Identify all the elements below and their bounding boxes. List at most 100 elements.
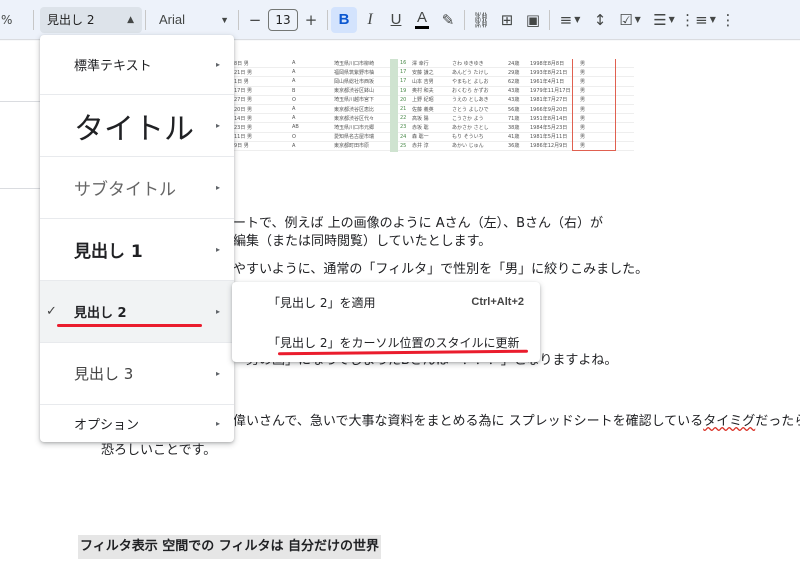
paragraph-style-select[interactable]: 見出し 2 ▲	[40, 6, 142, 33]
body-text: やすいように、通常の「フィルタ」で性別を「男」に絞りこみました。	[233, 262, 649, 277]
sheet-cell: 森 聡一	[412, 134, 429, 141]
style-option-heading-1[interactable]: 見出し 1 ▸	[40, 219, 234, 281]
style-option-label: 標準テキスト	[74, 59, 152, 74]
update-heading-2-item[interactable]: 「見出し 2」をカーソル位置のスタイルに更新	[232, 322, 540, 362]
sheet-cell: 東京都町田市原	[334, 143, 370, 150]
sheet-cell: 11日 男	[234, 134, 252, 141]
sheet-cell: 23日 男	[234, 124, 252, 131]
sheet-cell: 22	[400, 115, 407, 122]
margin-guide	[0, 188, 40, 189]
caret-down-icon: ▼	[668, 15, 675, 24]
style-option-label: 見出し 3	[74, 365, 134, 383]
bulleted-list-icon: ☰	[653, 10, 667, 29]
sheet-cell: さわ ゆきゆき	[452, 60, 484, 67]
numbered-list-select[interactable]: ⋮≡ ▼	[680, 11, 716, 29]
bold-icon: B	[338, 11, 350, 28]
highlight-box	[572, 59, 616, 151]
sheet-cell: 9日 男	[234, 143, 249, 150]
shortcut-label: Ctrl+Alt+2	[471, 296, 524, 308]
align-left-icon: ≡	[559, 10, 573, 29]
font-size-input[interactable]: 13	[268, 8, 298, 31]
style-option-title[interactable]: タイトル ▸	[40, 95, 234, 157]
bold-button[interactable]: B	[331, 6, 357, 33]
sheet-cell: 14日 男	[234, 115, 252, 122]
insert-link-button[interactable]: ⛓	[468, 7, 494, 33]
style-option-normal-text[interactable]: 標準テキスト ▸	[40, 35, 234, 95]
checklist-select[interactable]: ☑ ▼	[613, 11, 647, 29]
sheet-cell: 19	[400, 87, 407, 94]
style-option-heading-2[interactable]: ✓ 見出し 2 ▸	[40, 281, 234, 343]
line-spacing-button[interactable]: ↕	[587, 7, 613, 33]
apply-heading-2-item[interactable]: 「見出し 2」を適用 Ctrl+Alt+2	[232, 282, 540, 322]
sheet-cell: 愛知県名古屋市瑞	[334, 134, 375, 141]
sheet-cell: 東京都渋谷区代々	[334, 115, 375, 122]
sheet-cell: 1981年5月11日	[530, 134, 568, 141]
underline-button[interactable]: U	[383, 7, 409, 33]
toolbar-divider	[33, 9, 34, 30]
sheet-cell: A	[292, 106, 296, 113]
submenu-arrow-icon: ▸	[215, 183, 220, 192]
sheet-cell: さとう よしひで	[452, 106, 489, 113]
add-comment-button[interactable]: ⊞	[494, 7, 520, 33]
sheet-cell: 56歳	[508, 106, 520, 113]
sheet-cell: 23	[400, 124, 407, 131]
style-option-options[interactable]: オプション ▸	[40, 405, 234, 442]
sheet-cell: 1993年8月21日	[530, 69, 568, 76]
sheet-cell: もり そういち	[452, 134, 484, 141]
body-text: 偉いさんで、急いで大事な資料をまとめる為に スプレッドシートを確認しているタイミ…	[233, 413, 800, 431]
annotation-underline	[57, 324, 202, 327]
misspelled-word[interactable]: タイミグ	[703, 414, 755, 429]
style-option-label: タイトル	[74, 111, 194, 147]
sheet-cell: 1961年4月1日	[530, 78, 565, 85]
style-option-label: サブタイトル	[74, 180, 176, 200]
italic-button[interactable]: I	[357, 7, 383, 33]
toolbar-divider	[549, 9, 550, 30]
bulleted-list-select[interactable]: ☰ ▼	[647, 11, 681, 29]
sheet-cell: O	[292, 96, 296, 103]
toolbar-divider	[238, 9, 239, 30]
italic-icon: I	[367, 10, 373, 28]
sheet-cell: 1986年12月9日	[530, 143, 568, 150]
font-family-select[interactable]: Arial ▼	[149, 12, 235, 27]
sheet-cell: あんどう たけし	[452, 69, 489, 76]
style-option-subtitle[interactable]: サブタイトル ▸	[40, 157, 234, 219]
highlight-color-button[interactable]: ✎	[435, 7, 461, 33]
sheet-cell: 山本 吉男	[412, 78, 434, 85]
sheet-cell: 埼玉県川越市宮下	[334, 97, 375, 104]
sheet-cell: 奥村 和夫	[412, 88, 434, 95]
sheet-cell: あかさか さとし	[452, 124, 489, 131]
more-options-button[interactable]: ⋮	[715, 7, 741, 33]
sheet-cell: 佐藤 義英	[412, 106, 434, 113]
comment-icon: ⊞	[500, 10, 514, 29]
insert-image-button[interactable]: ▣	[520, 7, 546, 33]
checklist-icon: ☑	[619, 10, 633, 29]
paragraph-style-menu: 標準テキスト ▸ タイトル ▸ サブタイトル ▸ 見出し 1 ▸ ✓ 見出し 2…	[40, 35, 234, 442]
align-select[interactable]: ≡ ▼	[553, 11, 587, 29]
sheet-cell: 8日 男	[234, 60, 249, 67]
sheet-cell: 36歳	[508, 143, 520, 150]
submenu-arrow-icon: ▸	[215, 60, 220, 69]
text-color-button[interactable]: A	[409, 7, 435, 33]
submenu-arrow-icon: ▸	[215, 307, 220, 316]
style-option-heading-3[interactable]: 見出し 3 ▸	[40, 343, 234, 405]
more-vert-icon: ⋮	[720, 10, 736, 29]
toolbar-divider	[145, 9, 146, 30]
heading-text: フィルタ表示 空間での フィルタは 自分だけの世界	[78, 535, 382, 559]
sheet-cell: 20	[400, 96, 407, 103]
sheet-cell: 43歳	[508, 88, 520, 95]
style-option-label: オプション	[74, 418, 140, 433]
sheet-cell: 16	[400, 60, 407, 67]
increase-font-size-button[interactable]: +	[298, 7, 324, 33]
docs-window: % 見出し 2 ▲ Arial ▼ − 13 + B I U A ✎ ⛓ ⊞ ▣…	[0, 0, 800, 569]
formatting-toolbar: % 見出し 2 ▲ Arial ▼ − 13 + B I U A ✎ ⛓ ⊞ ▣…	[0, 0, 800, 40]
embedded-spreadsheet-image[interactable]: 8日 男 A 埼玉県川口市柳崎 16 澤 幸行 さわ ゆきゆき 24歳 1998年8月8日男 2…	[232, 59, 634, 152]
style-option-label: 見出し 2	[74, 306, 127, 321]
sheet-cell: 東京都渋谷区恵比	[334, 106, 375, 113]
body-text-segment: だったら・	[755, 414, 800, 429]
sheet-divider	[390, 59, 398, 152]
style-option-label: 見出し 1	[74, 242, 143, 262]
zoom-select[interactable]: %	[0, 13, 30, 27]
sheet-cell: 福岡県筑紫野市柚	[334, 69, 375, 76]
decrease-font-size-button[interactable]: −	[242, 7, 268, 33]
body-text-segment: 偉いさんで、急いで大事な資料をまとめる為に スプレッドシートを確認している	[233, 414, 704, 429]
